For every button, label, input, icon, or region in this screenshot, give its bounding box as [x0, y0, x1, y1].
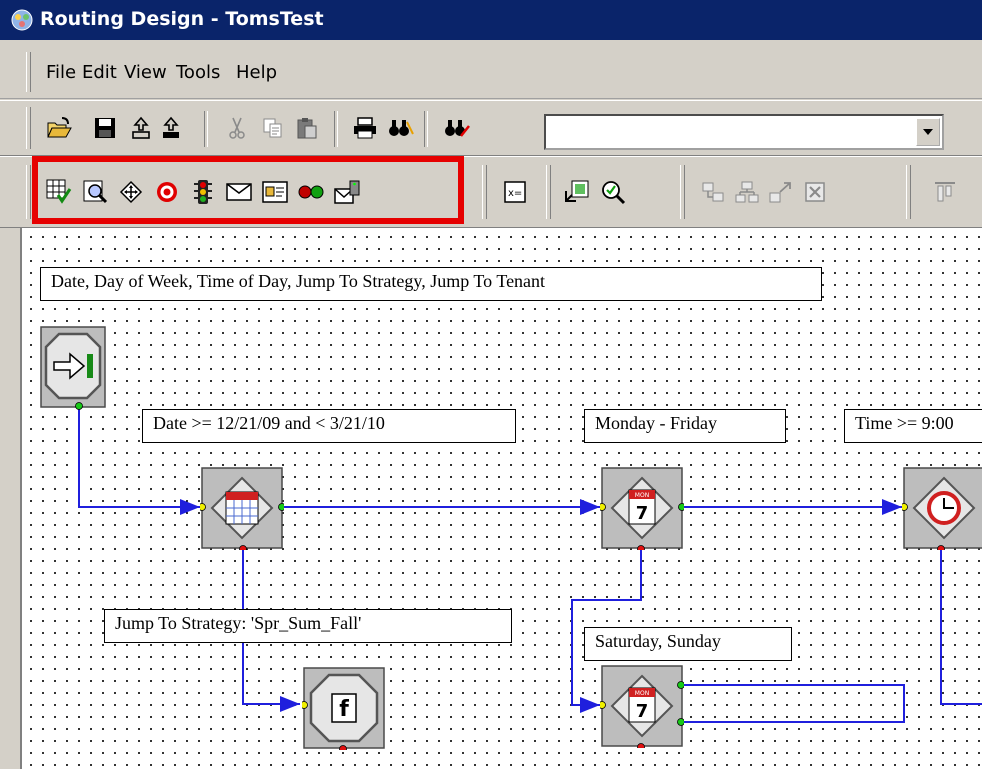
time-condition-label[interactable]: Time >= 9:00: [844, 409, 982, 443]
calendar-grid-icon: [198, 467, 286, 553]
save-icon[interactable]: [90, 113, 120, 143]
open-icon[interactable]: [44, 113, 74, 143]
align-icon[interactable]: [930, 177, 960, 207]
header-label[interactable]: Date, Day of Week, Time of Day, Jump To …: [40, 267, 822, 301]
email-icon[interactable]: [224, 177, 254, 207]
check-icon[interactable]: [598, 177, 628, 207]
link-icon[interactable]: [732, 177, 762, 207]
segmentation-icon[interactable]: [44, 177, 74, 207]
find-icon[interactable]: [386, 113, 416, 143]
navigate-icon[interactable]: [116, 177, 146, 207]
date-node[interactable]: [198, 466, 286, 553]
time-of-day-node[interactable]: [900, 466, 982, 553]
menu-tools[interactable]: Tools: [176, 62, 220, 83]
send-icon[interactable]: [332, 177, 362, 207]
toolbar-grip[interactable]: [482, 165, 487, 219]
calendar-month: MON: [635, 492, 649, 499]
clock-icon: [900, 467, 982, 553]
upload-icon[interactable]: [126, 113, 156, 143]
monday-friday-label[interactable]: Monday - Friday: [584, 409, 786, 443]
routing-canvas[interactable]: Date, Day of Week, Time of Day, Jump To …: [22, 228, 982, 769]
cut-icon[interactable]: [222, 113, 252, 143]
function-letter: f: [339, 697, 349, 722]
weekend-node[interactable]: MON 7: [598, 664, 685, 751]
toolbar-grip[interactable]: [680, 165, 685, 219]
chevron-down-icon: [923, 129, 933, 135]
paste-icon[interactable]: [292, 113, 322, 143]
date-condition-label[interactable]: Date >= 12/21/09 and < 3/21/10: [142, 409, 516, 443]
toolbar-grip[interactable]: [26, 107, 31, 149]
target-icon[interactable]: [152, 177, 182, 207]
find-combo[interactable]: [544, 114, 944, 150]
find-next-icon[interactable]: [442, 113, 472, 143]
calendar-day-icon: MON 7: [598, 467, 686, 553]
toolbar-separator: [334, 111, 338, 147]
weekend-label[interactable]: Saturday, Sunday: [584, 627, 792, 661]
window-title: Routing Design - TomsTest: [40, 8, 324, 30]
lookup-icon[interactable]: [80, 177, 110, 207]
menu-file[interactable]: File: [46, 62, 76, 83]
toolbar-grip[interactable]: [26, 165, 31, 219]
variable-icon[interactable]: x=: [500, 177, 530, 207]
connection-lines: [78, 406, 982, 723]
download-icon[interactable]: [156, 113, 186, 143]
find-input[interactable]: [546, 116, 904, 148]
expand-icon[interactable]: [766, 177, 796, 207]
jump-to-strategy-node[interactable]: f: [300, 666, 385, 753]
delete-icon[interactable]: [800, 177, 830, 207]
entry-arrow-icon: [40, 326, 106, 410]
form-icon[interactable]: [260, 177, 290, 207]
print-icon[interactable]: [350, 113, 380, 143]
menu-bar: File Edit View Tools Help: [0, 40, 982, 99]
menu-help[interactable]: Help: [236, 62, 277, 83]
combo-dropdown-button[interactable]: [916, 118, 940, 146]
menu-view[interactable]: View: [124, 62, 167, 83]
menu-edit[interactable]: Edit: [82, 62, 117, 83]
calendar-day: 7: [636, 503, 649, 524]
toolbar-grip[interactable]: [906, 165, 911, 219]
app-icon: [11, 9, 33, 31]
toolbar-grip[interactable]: [546, 165, 551, 219]
objects-toolbar: x=: [0, 156, 982, 228]
toolbar-separator: [204, 111, 208, 147]
copy-object-icon[interactable]: [698, 177, 728, 207]
calendar-day-icon: MON 7: [598, 665, 685, 751]
jump-to-strategy-label[interactable]: Jump To Strategy: 'Spr_Sum_Fall': [104, 609, 512, 643]
import-icon[interactable]: [562, 177, 592, 207]
svg-text:x=: x=: [508, 188, 522, 199]
traffic-light-icon[interactable]: [188, 177, 218, 207]
entry-node[interactable]: [40, 326, 106, 410]
day-of-week-node[interactable]: MON 7: [598, 466, 686, 553]
calendar-day: 7: [636, 701, 649, 722]
title-bar[interactable]: Routing Design - TomsTest: [0, 0, 982, 40]
switch-icon[interactable]: [296, 177, 326, 207]
calendar-month: MON: [635, 690, 649, 697]
menu-grip[interactable]: [26, 52, 31, 92]
copy-icon[interactable]: [258, 113, 288, 143]
routing-design-window: Routing Design - TomsTest File Edit View…: [0, 0, 982, 769]
toolbar-separator: [424, 111, 428, 147]
function-icon: f: [300, 667, 385, 753]
